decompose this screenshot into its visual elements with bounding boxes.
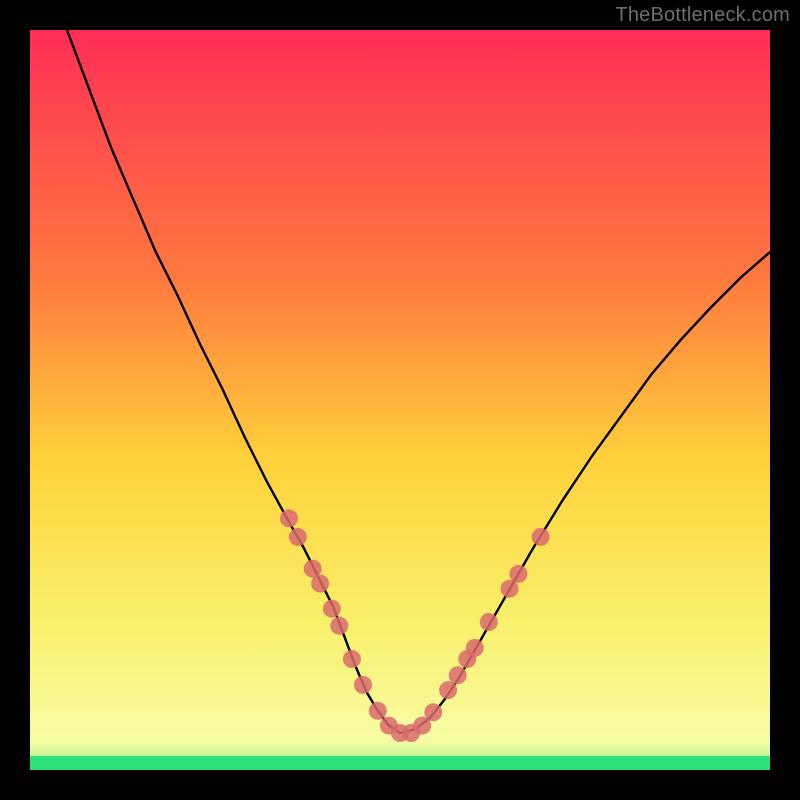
marker-point bbox=[289, 528, 307, 546]
plot-background bbox=[30, 30, 770, 770]
marker-point bbox=[369, 702, 387, 720]
marker-point bbox=[439, 681, 457, 699]
marker-point bbox=[280, 509, 298, 527]
marker-point bbox=[354, 676, 372, 694]
marker-point bbox=[343, 650, 361, 668]
floor-band bbox=[30, 756, 770, 770]
chart-root: TheBottleneck.com bbox=[0, 0, 800, 800]
watermark-text: TheBottleneck.com bbox=[615, 4, 790, 27]
marker-point bbox=[311, 575, 329, 593]
marker-point bbox=[330, 617, 348, 635]
marker-point bbox=[509, 565, 527, 583]
marker-point bbox=[466, 639, 484, 657]
marker-point bbox=[323, 600, 341, 618]
marker-point bbox=[480, 613, 498, 631]
marker-point bbox=[532, 528, 550, 546]
bottleneck-chart bbox=[0, 0, 800, 800]
marker-point bbox=[449, 666, 467, 684]
marker-point bbox=[424, 703, 442, 721]
